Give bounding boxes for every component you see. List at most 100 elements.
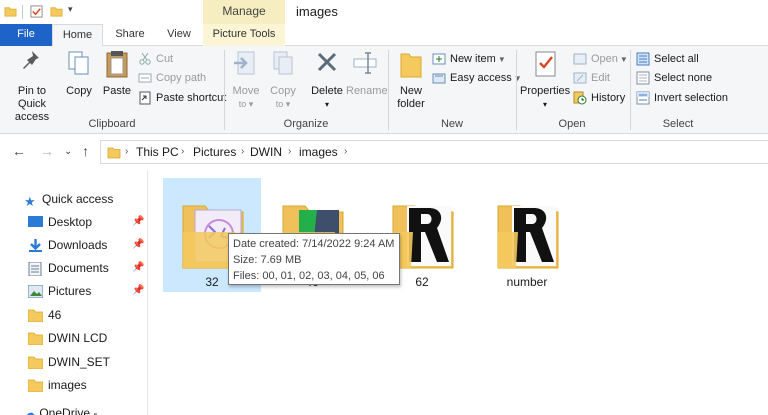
pin-label-line1: Pin to Quick: [17, 85, 47, 110]
breadcrumb-separator-icon[interactable]: ›: [288, 146, 291, 157]
breadcrumb-separator-icon[interactable]: ›: [344, 146, 347, 157]
history-icon: [573, 91, 587, 105]
back-arrow-icon[interactable]: ←: [12, 143, 26, 159]
tab-manage[interactable]: Manage: [203, 0, 285, 24]
paste-label: Paste: [102, 85, 132, 97]
customize-toolbar-icon[interactable]: ▾: [68, 4, 73, 15]
select-all-icon: [636, 52, 650, 66]
ribbon-tabs: File Home Share View Picture Tools: [0, 24, 768, 47]
cloud-icon: ☁: [24, 406, 36, 415]
paste-button[interactable]: Paste: [100, 48, 134, 98]
history-button[interactable]: History: [573, 89, 625, 107]
copy-icon: [68, 51, 89, 75]
copy-button[interactable]: Copy: [62, 48, 96, 98]
delete-x-icon: [317, 52, 337, 72]
breadcrumb-separator-icon[interactable]: ›: [241, 146, 244, 157]
copy-to-button[interactable]: Copy to ▾: [266, 48, 300, 111]
edit-button[interactable]: Edit: [573, 69, 610, 87]
new-item-button[interactable]: New item ▼: [432, 50, 506, 68]
open-dropdown-icon: ▼: [619, 55, 628, 64]
breadcrumb-pictures[interactable]: Pictures: [193, 145, 236, 159]
new-folder-button[interactable]: New folder: [394, 48, 428, 111]
breadcrumb-images[interactable]: images: [299, 145, 338, 159]
pin-icon[interactable]: 📌: [132, 257, 144, 279]
delete-button[interactable]: Delete ▾: [308, 48, 346, 111]
item-name: number: [506, 275, 548, 289]
desktop-icon: [28, 216, 43, 227]
star-icon: ★: [24, 194, 36, 209]
copy-path-label: Copy path: [156, 72, 207, 84]
documents-icon: [28, 262, 42, 276]
new-item-label: New item: [450, 53, 496, 65]
sidebar-item-documents[interactable]: Documents 📌: [0, 257, 148, 279]
sidebar-item-pictures[interactable]: Pictures 📌: [0, 280, 148, 302]
sidebar-item-dwin-lcd[interactable]: DWIN LCD: [0, 327, 148, 349]
cut-label: Cut: [156, 53, 174, 65]
sidebar-item-label: Quick access: [42, 192, 114, 206]
tab-picture-tools[interactable]: Picture Tools: [203, 24, 285, 46]
copy-path-icon: [138, 73, 152, 83]
sidebar-item-downloads[interactable]: Downloads 📌: [0, 234, 148, 256]
folder-item-number[interactable]: number: [478, 178, 576, 292]
sidebar-item-quick-access[interactable]: ★ Quick access: [0, 188, 148, 210]
breadcrumb-separator-icon[interactable]: ›: [181, 146, 184, 157]
breadcrumb-this-pc[interactable]: This PC: [136, 145, 179, 159]
tab-home[interactable]: Home: [52, 24, 103, 47]
select-none-button[interactable]: Select none: [636, 69, 712, 87]
new-folder-label-line1: New: [399, 85, 422, 97]
select-all-button[interactable]: Select all: [636, 50, 699, 68]
sidebar-item-label: Pictures: [48, 284, 92, 298]
paste-icon: [106, 51, 128, 78]
new-folder-icon[interactable]: [50, 5, 63, 18]
properties-dropdown-icon[interactable]: ▾: [520, 98, 570, 111]
tab-view[interactable]: View: [158, 24, 200, 46]
pin-to-quick-access-button[interactable]: Pin to Quick access: [4, 48, 60, 124]
window-title: images: [296, 4, 338, 19]
sidebar-item-label: Desktop: [48, 215, 93, 229]
forward-arrow-icon[interactable]: →: [40, 143, 54, 159]
address-bar[interactable]: › This PC › Pictures › DWIN › images ›: [100, 140, 768, 164]
sidebar-item-desktop[interactable]: Desktop 📌: [0, 211, 148, 233]
file-list: 32 46 62 number: [149, 170, 768, 415]
move-to-button[interactable]: Move to ▾: [230, 48, 262, 111]
invert-selection-button[interactable]: Invert selection: [636, 89, 728, 107]
tab-share[interactable]: Share: [108, 24, 152, 46]
easy-access-icon: [432, 73, 446, 84]
pin-label-line2: access: [14, 111, 50, 123]
pin-icon[interactable]: 📌: [132, 211, 144, 233]
pin-icon: [23, 51, 39, 69]
folder-thumbnail-icon: [497, 205, 559, 269]
sidebar-item-label: DWIN_SET: [48, 355, 111, 369]
sidebar-item-label: Documents: [48, 261, 109, 275]
sidebar-item-46[interactable]: 46: [0, 304, 148, 326]
cut-button[interactable]: Cut: [138, 50, 173, 68]
sidebar-item-onedrive[interactable]: ☁ OneDrive - Personal: [24, 406, 147, 415]
recent-locations-chevron-icon[interactable]: ⌄: [64, 146, 72, 157]
copy-to-label: Copy: [270, 85, 296, 97]
group-divider: [388, 50, 389, 130]
properties-button[interactable]: Properties ▾: [520, 48, 570, 111]
pin-icon[interactable]: 📌: [132, 234, 144, 256]
rename-button[interactable]: Rename: [346, 48, 388, 98]
copy-path-button[interactable]: Copy path: [138, 69, 206, 87]
sidebar-item-images[interactable]: images: [0, 374, 148, 396]
easy-access-label: Easy access: [450, 72, 512, 84]
move-to-label: Move: [232, 85, 260, 97]
rename-icon: [353, 52, 377, 74]
paste-shortcut-label: Paste shortcut: [156, 92, 227, 104]
easy-access-button[interactable]: Easy access ▼: [432, 69, 522, 87]
sidebar-item-dwin-set[interactable]: DWIN_SET: [0, 351, 148, 373]
tooltip-date-created: Date created: 7/14/2022 9:24 AM: [233, 238, 395, 250]
tab-file[interactable]: File: [0, 24, 52, 46]
breadcrumb-dwin[interactable]: DWIN: [250, 145, 282, 159]
paste-shortcut-button[interactable]: Paste shortcut: [138, 89, 226, 107]
up-arrow-icon[interactable]: ↑: [82, 143, 89, 159]
folder-icon[interactable]: [4, 5, 17, 18]
group-label-organize: Organize: [283, 118, 329, 130]
delete-dropdown-icon[interactable]: ▾: [308, 98, 346, 111]
pin-icon[interactable]: 📌: [132, 280, 144, 302]
open-button[interactable]: Open ▼: [573, 50, 628, 68]
breadcrumb-separator-icon[interactable]: ›: [125, 146, 128, 157]
properties-check-icon[interactable]: [30, 5, 43, 18]
tooltip-size: Size: 7.69 MB: [233, 254, 302, 266]
